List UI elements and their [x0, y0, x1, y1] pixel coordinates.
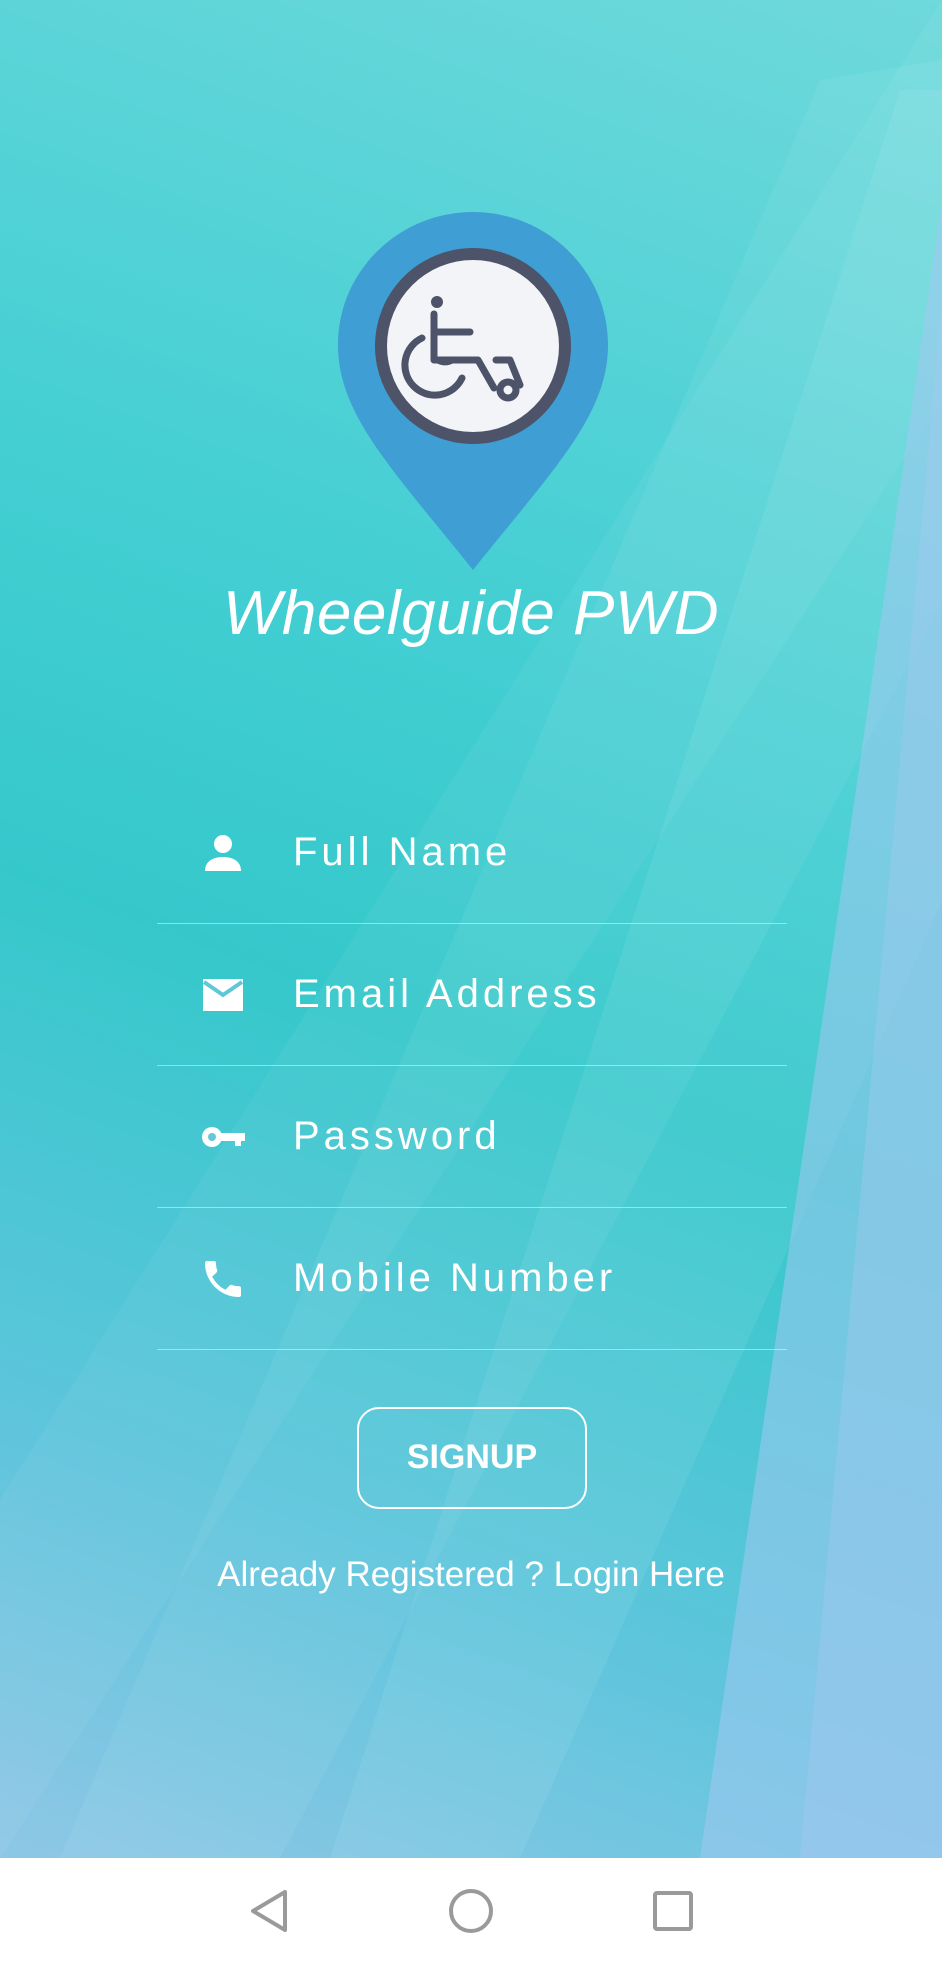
- mobile-number-input[interactable]: [293, 1208, 773, 1349]
- password-input[interactable]: [293, 1066, 773, 1207]
- recents-icon[interactable]: [640, 1878, 706, 1944]
- login-link[interactable]: Already Registered ? Login Here: [0, 1555, 942, 1595]
- home-icon[interactable]: [438, 1878, 504, 1944]
- phone-icon: [205, 1260, 241, 1297]
- signup-button[interactable]: SIGNUP: [357, 1407, 587, 1509]
- wheelchair-location-pin-icon: [338, 212, 608, 570]
- full-name-field[interactable]: [157, 782, 787, 924]
- email-address-input[interactable]: [293, 924, 773, 1065]
- full-name-input[interactable]: [293, 782, 773, 923]
- app-title: Wheelguide PWD: [222, 579, 720, 648]
- signup-screen: Wheelguide PWD SIGNUP Already Registered…: [0, 0, 942, 1858]
- back-icon[interactable]: [237, 1878, 303, 1944]
- password-field[interactable]: [157, 1066, 787, 1208]
- person-icon: [205, 834, 241, 871]
- key-icon: [202, 1126, 245, 1147]
- system-nav-bar: [0, 1858, 942, 1965]
- mobile-number-field[interactable]: [157, 1208, 787, 1350]
- email-address-field[interactable]: [157, 924, 787, 1066]
- email-icon: [202, 978, 244, 1011]
